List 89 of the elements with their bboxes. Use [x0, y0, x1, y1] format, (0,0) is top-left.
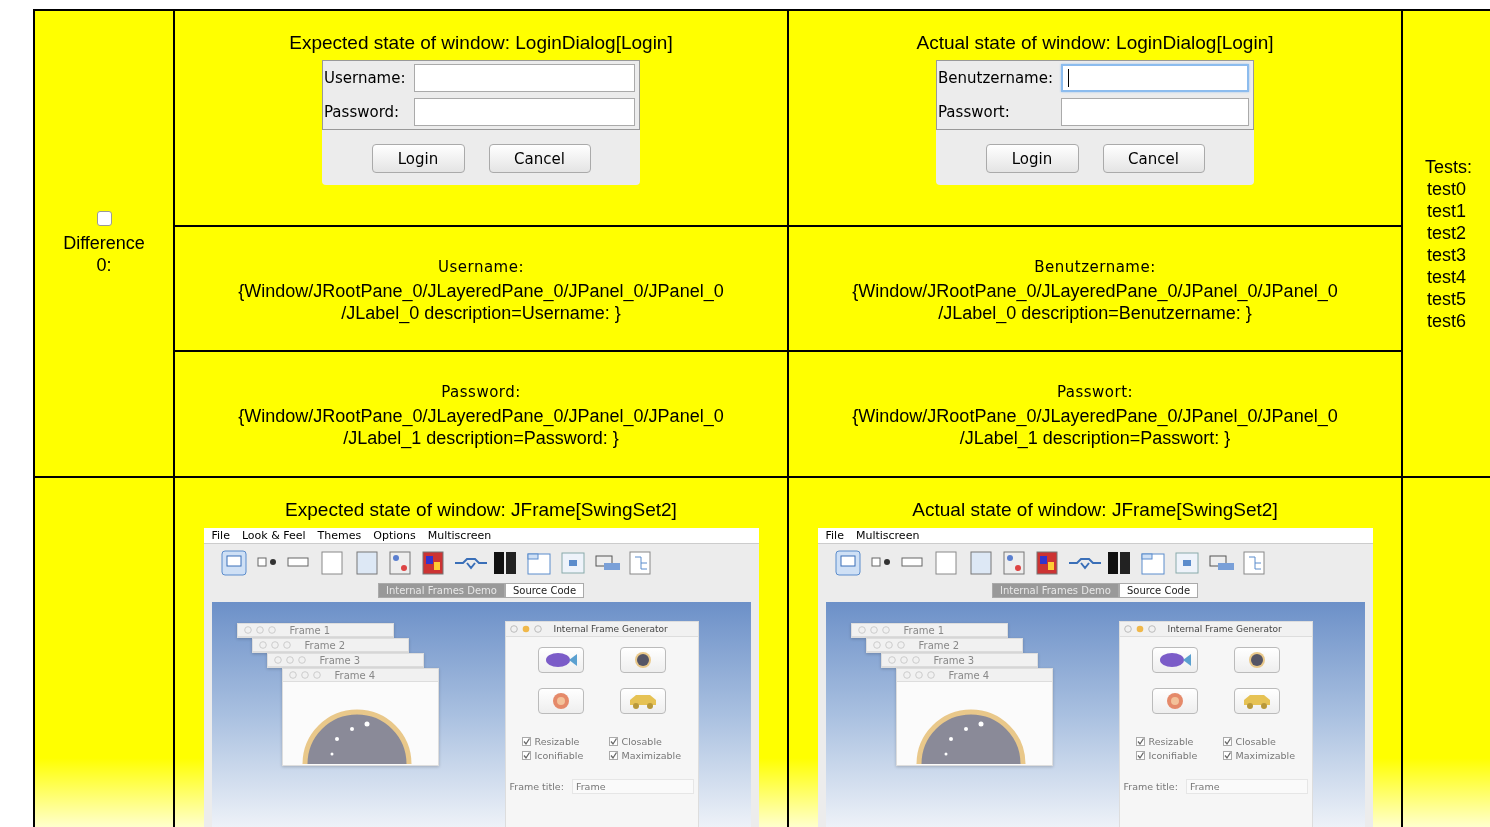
moon-button[interactable]	[1233, 647, 1280, 673]
component-name: Password:	[441, 383, 521, 401]
frame-title-label: Frame title:	[1123, 781, 1178, 792]
component-path: {Window/JRootPane_0/JLayeredPane_0/JPanel_0/JPanel_0 /JLabel_0 description=Benutzername: }	[852, 279, 1338, 324]
checkbox-label: Maximizable	[1235, 750, 1295, 761]
dialog-button[interactable]: Login	[371, 144, 465, 173]
frame-title-label: Frame title:	[509, 781, 564, 792]
test-link[interactable]: test1	[1425, 199, 1467, 222]
test-link[interactable]: test4	[1425, 265, 1467, 288]
car-button[interactable]	[1233, 688, 1280, 714]
component-name: Username:	[438, 257, 524, 276]
checkbox-label: Closable	[1235, 736, 1276, 747]
frame-title: Frame 3	[319, 654, 361, 666]
window-heading: Expected state of window: LoginDialog[Login]	[289, 31, 673, 55]
frame-title-field[interactable]: Frame	[571, 779, 694, 794]
window-heading: Actual state of window: LoginDialog[Login]	[916, 31, 1274, 55]
sun-icon	[551, 692, 570, 710]
menu-item[interactable]: File	[211, 529, 230, 542]
fish-icon	[543, 652, 578, 668]
moon-button[interactable]	[619, 647, 666, 673]
component-path: {Window/JRootPane_0/JLayeredPane_0/JPanel_0/JPanel_0 /JLabel_1 description=Password: }	[238, 405, 724, 449]
tab[interactable]: Source Code	[1118, 583, 1199, 598]
menu-item[interactable]: Multiscreen	[427, 529, 492, 542]
moon-icon	[1247, 651, 1266, 669]
component-path: {Window/JRootPane_0/JLayeredPane_0/JPanel_0/JPanel_0 /JLabel_1 description=Passwort: }	[852, 405, 1338, 449]
checkbox-label: Closable	[621, 736, 662, 747]
menu-item[interactable]: Multiscreen	[855, 529, 920, 542]
car-icon	[1241, 693, 1272, 709]
frame-title: Frame 2	[304, 639, 346, 651]
car-icon	[627, 693, 658, 709]
fish-icon	[1157, 652, 1192, 668]
field-label: Passwort:	[938, 103, 1011, 121]
test-link[interactable]: test2	[1425, 221, 1467, 244]
component-path: {Window/JRootPane_0/JLayeredPane_0/JPanel_0/JPanel_0 /JLabel_0 description=Username: }	[238, 279, 724, 324]
dialog-button[interactable]: Cancel	[1102, 144, 1205, 173]
checkbox-label: Iconifiable	[534, 750, 584, 761]
checkbox[interactable]	[1135, 737, 1145, 746]
text-field[interactable]	[413, 64, 635, 92]
checkbox[interactable]	[1222, 751, 1232, 760]
checkbox[interactable]	[1135, 751, 1145, 760]
component-name: Benutzername:	[1034, 257, 1156, 276]
fish-button[interactable]	[1151, 647, 1198, 673]
checkbox[interactable]	[1222, 737, 1232, 746]
moon-icon	[633, 651, 652, 669]
text-field[interactable]	[413, 98, 635, 126]
checkbox-label: Iconifiable	[1148, 750, 1198, 761]
checkbox[interactable]	[521, 737, 531, 746]
difference-label: Difference 0:	[62, 232, 146, 276]
test-link[interactable]: test6	[1425, 309, 1467, 332]
dialog-button[interactable]: Login	[985, 144, 1079, 173]
field-label: Benutzername:	[938, 69, 1053, 87]
tab[interactable]: Source Code	[504, 583, 585, 598]
checkbox[interactable]	[521, 751, 531, 760]
test-link[interactable]: test3	[1425, 243, 1467, 266]
frame-title-field[interactable]: Frame	[1185, 779, 1308, 794]
frame-title: Frame 1	[289, 624, 331, 636]
frame-title: Frame 4	[334, 669, 376, 681]
frame-title: Frame 1	[903, 624, 945, 636]
window-heading: Expected state of window: JFrame[SwingSet2]	[285, 498, 677, 522]
frame-title: Frame 4	[948, 669, 990, 681]
dialog-button[interactable]: Cancel	[488, 144, 591, 173]
menu-item[interactable]: File	[825, 529, 844, 542]
checkbox[interactable]	[608, 751, 618, 760]
text-field[interactable]	[1061, 64, 1249, 92]
frame-title: Frame 2	[918, 639, 960, 651]
test-link[interactable]: test0	[1425, 177, 1467, 200]
field-label: Username:	[324, 69, 406, 87]
checkbox[interactable]	[608, 737, 618, 746]
fish-button[interactable]	[537, 647, 584, 673]
checkbox-label: Resizable	[1148, 736, 1194, 747]
tests-heading: Tests:	[1425, 155, 1472, 178]
window-heading: Actual state of window: JFrame[SwingSet2]	[912, 498, 1278, 522]
sun-icon	[1165, 692, 1184, 710]
field-label: Password:	[324, 103, 401, 121]
sun-button[interactable]	[537, 688, 584, 714]
frame-title: Internal Frame Generator	[553, 624, 668, 634]
component-name: Passwort:	[1056, 383, 1134, 401]
checkbox-label: Maximizable	[621, 750, 681, 761]
menu-item[interactable]: Themes	[317, 529, 362, 542]
frame-title: Internal Frame Generator	[1167, 624, 1282, 634]
menu-item[interactable]: Look & Feel	[241, 529, 306, 542]
difference-checkbox[interactable]	[96, 211, 112, 226]
menu-item[interactable]: Options	[373, 529, 416, 542]
frame-title: Frame 3	[933, 654, 975, 666]
sun-button[interactable]	[1151, 688, 1198, 714]
test-link[interactable]: test5	[1425, 287, 1467, 310]
text-field[interactable]	[1061, 98, 1249, 126]
checkbox-label: Resizable	[534, 736, 580, 747]
car-button[interactable]	[619, 688, 666, 714]
